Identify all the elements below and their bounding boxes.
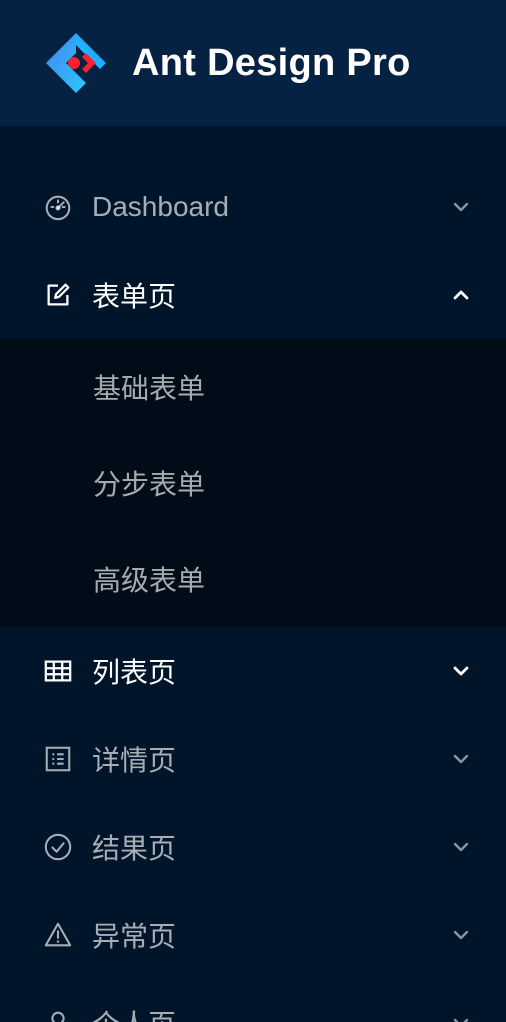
check-circle-icon	[42, 831, 74, 863]
menu-item-dashboard[interactable]: Dashboard	[0, 163, 506, 251]
menu-item-label: 详情页	[92, 745, 177, 776]
submenu-item-label: 高级表单	[93, 565, 206, 596]
chevron-down-icon	[453, 202, 469, 212]
chevron-down-icon	[453, 842, 469, 852]
menu-item-label: 列表页	[92, 657, 177, 688]
submenu-item-label: 分步表单	[93, 469, 206, 500]
menu-item-label: 异常页	[92, 921, 177, 952]
menu-item-label: 个人页	[92, 1003, 176, 1022]
dashboard-icon	[42, 191, 74, 223]
submenu-item-label: 基础表单	[93, 373, 206, 404]
chevron-up-icon	[453, 290, 469, 300]
menu-item-result[interactable]: 结果页	[0, 803, 506, 891]
menu-item-label: 表单页	[92, 281, 177, 312]
table-icon	[42, 655, 74, 687]
logo-area[interactable]: Ant Design Pro	[0, 0, 506, 126]
chevron-down-icon	[453, 1018, 469, 1022]
profile-icon	[42, 743, 74, 775]
ant-design-logo-icon	[46, 33, 106, 93]
chevron-down-icon	[453, 666, 469, 676]
submenu-item-advanced-form[interactable]: 高级表单	[0, 531, 506, 627]
chevron-down-icon	[453, 754, 469, 764]
warning-icon	[42, 919, 74, 951]
menu-item-form[interactable]: 表单页	[0, 251, 506, 339]
menu-item-profile[interactable]: 详情页	[0, 715, 506, 803]
menu-item-label: 结果页	[92, 833, 177, 864]
chevron-down-icon	[453, 930, 469, 940]
app-title: Ant Design Pro	[132, 41, 411, 84]
sidebar: Ant Design Pro Dashboard 表单页 基础表单 分步表单 高…	[0, 0, 506, 1022]
submenu-item-step-form[interactable]: 分步表单	[0, 435, 506, 531]
user-icon	[42, 1007, 74, 1022]
submenu-item-basic-form[interactable]: 基础表单	[0, 339, 506, 435]
menu-item-label: Dashboard	[92, 191, 229, 222]
form-icon	[42, 279, 74, 311]
menu-item-exception[interactable]: 异常页	[0, 891, 506, 979]
menu-item-account[interactable]: 个人页	[0, 979, 506, 1022]
form-submenu: 基础表单 分步表单 高级表单	[0, 339, 506, 627]
menu-item-list[interactable]: 列表页	[0, 627, 506, 715]
nav-menu: Dashboard 表单页 基础表单 分步表单 高级表单 列表页 详情页 结果页…	[0, 163, 506, 1022]
